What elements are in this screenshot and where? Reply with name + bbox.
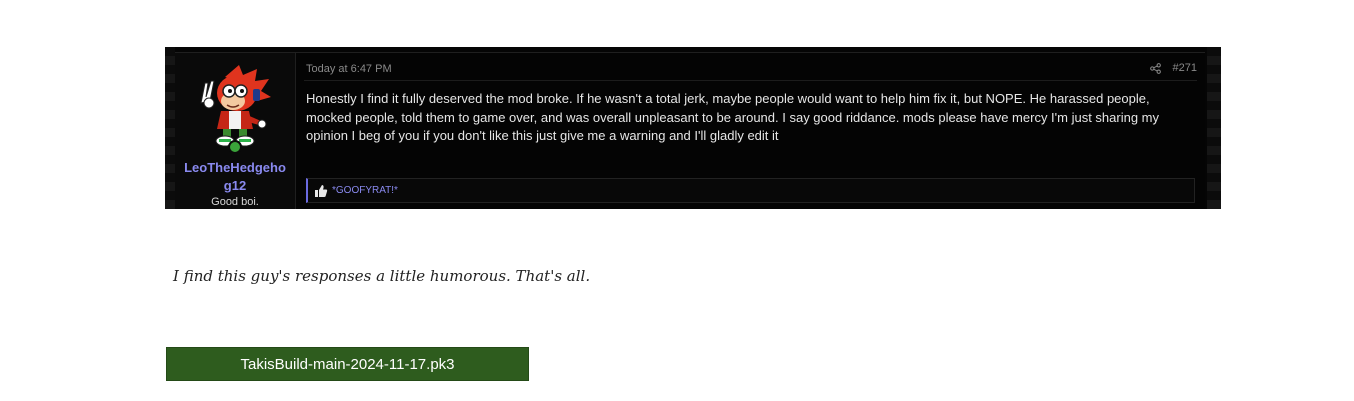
reaction-label[interactable]: *GOOFYRAT!*: [332, 185, 398, 196]
decorative-edge-left: [165, 47, 175, 209]
post-content-panel: Today at 6:47 PM #271 Honestly I find it…: [296, 52, 1205, 209]
thumbs-up-icon: [315, 184, 328, 197]
post-user-panel: LeoTheHedgehog12 Good boi.: [175, 52, 296, 209]
post-divider: [304, 80, 1197, 81]
reaction-bar[interactable]: *GOOFYRAT!*: [306, 178, 1195, 203]
attachment-download-button[interactable]: TakisBuild-main-2024-11-17.pk3: [166, 347, 529, 381]
post-number-link[interactable]: #271: [1173, 62, 1197, 74]
avatar-icon: [200, 65, 271, 147]
post-timestamp[interactable]: Today at 6:47 PM: [306, 63, 392, 75]
page: LeoTheHedgehog12 Good boi. Today at 6:47…: [0, 0, 1354, 401]
post-actions: #271: [1149, 62, 1197, 74]
embedded-forum-screenshot: LeoTheHedgehog12 Good boi. Today at 6:47…: [165, 47, 1221, 209]
post-user-title: Good boi.: [211, 196, 259, 208]
post-body-text: Honestly I find it fully deserved the mo…: [306, 91, 1160, 143]
online-status-icon: [228, 140, 242, 154]
post-username[interactable]: LeoTheHedgehog12: [175, 159, 295, 195]
decorative-edge-right: [1207, 47, 1221, 209]
comment-text: I find this guy's responses a little hum…: [173, 267, 591, 285]
share-icon[interactable]: [1149, 62, 1161, 74]
